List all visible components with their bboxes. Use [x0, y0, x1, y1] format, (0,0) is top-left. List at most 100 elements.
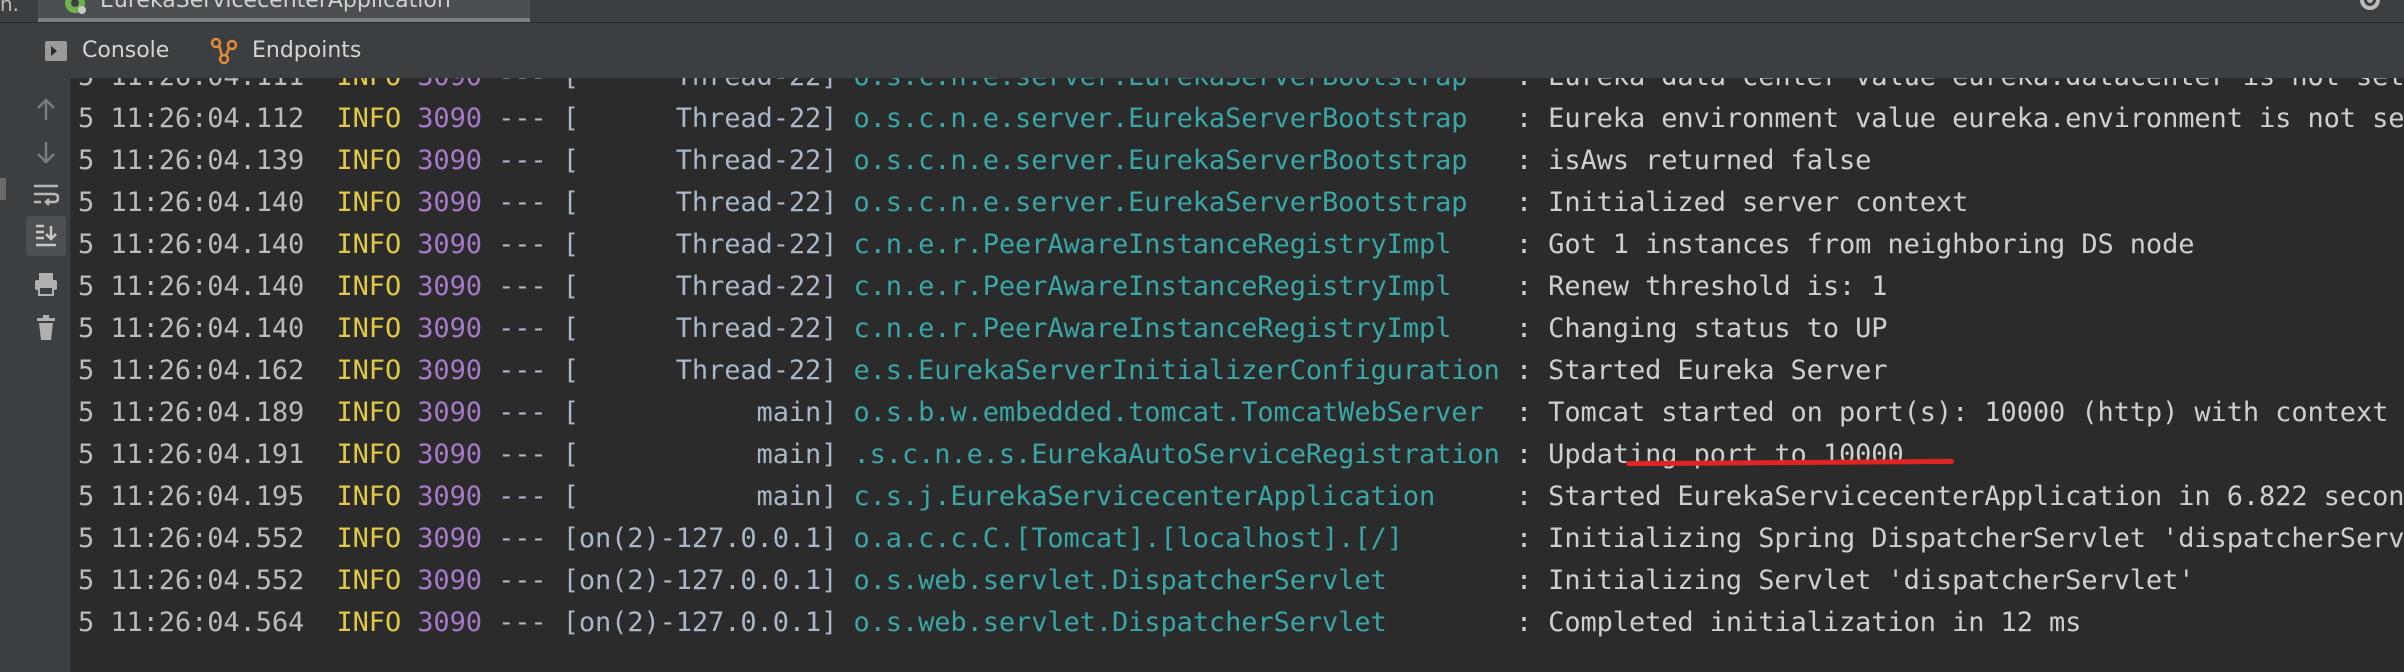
log-prefix: 5 — [78, 523, 95, 554]
log-message: : Completed initialization in 12 ms — [1515, 607, 2082, 638]
log-timestamp: 11:26:04.111 — [110, 78, 304, 92]
tab-endpoints[interactable]: Endpoints — [210, 23, 361, 78]
log-timestamp: 11:26:04.140 — [110, 313, 305, 344]
log-separator: --- — [498, 439, 547, 470]
log-pid: 3090 — [417, 397, 482, 428]
log-message: : Started Eureka Server — [1515, 355, 1888, 386]
log-line: 5 11:26:04.140 INFO 3090 --- [ Thread-22… — [78, 308, 1888, 350]
log-thread: [ Thread-22] — [562, 229, 838, 260]
log-logger: o.s.b.w.embedded.tomcat.TomcatWebServer — [853, 397, 1516, 428]
gutter-marker — [0, 178, 6, 200]
console-side-toolbar — [22, 78, 71, 672]
log-separator: --- — [498, 313, 547, 344]
log-pid: 3090 — [417, 481, 482, 512]
log-message: : Changing status to UP — [1515, 313, 1888, 344]
log-pid: 3090 — [417, 229, 482, 260]
log-separator: --- — [498, 607, 547, 638]
run-tool-window: n. EurekaServicecenterApplication Consol… — [0, 0, 2404, 672]
log-separator: --- — [498, 271, 547, 302]
log-timestamp: 11:26:04.139 — [110, 145, 305, 176]
log-pid: 3090 — [417, 355, 482, 386]
up-stack-trace-button[interactable] — [26, 90, 66, 130]
log-line: 5 11:26:04.552 INFO 3090 --- [on(2)-127.… — [78, 518, 2404, 560]
log-prefix: 5 — [78, 103, 95, 134]
log-thread: [ Thread-22] — [562, 145, 838, 176]
log-prefix: 5 — [78, 78, 94, 92]
log-thread: [ Thread-22] — [562, 355, 838, 386]
log-message: : Initialized server context — [1515, 187, 1969, 218]
log-logger: o.s.c.n.e.server.EurekaServerBootstrap — [853, 103, 1516, 134]
log-message: : Started EurekaServicecenterApplication… — [1515, 481, 2404, 512]
log-logger: o.a.c.c.C.[Tomcat].[localhost].[/] — [853, 523, 1516, 554]
log-line: 5 11:26:04.162 INFO 3090 --- [ Thread-22… — [78, 350, 1888, 392]
log-thread: [ main] — [562, 439, 838, 470]
log-thread: [ Thread-22] — [563, 78, 838, 92]
log-line: 5 11:26:04.139 INFO 3090 --- [ Thread-22… — [78, 140, 1871, 182]
clear-all-button[interactable] — [26, 308, 66, 348]
log-pid: 3090 — [417, 187, 482, 218]
log-logger: o.s.c.n.e.server.EurekaServerBootstrap — [853, 187, 1516, 218]
log-prefix: 5 — [78, 397, 95, 428]
console-toolbar: Console Endpoints — [0, 23, 2404, 79]
previous-tab-stub[interactable]: n. — [0, 0, 19, 16]
log-separator: --- — [498, 78, 547, 92]
gear-icon[interactable] — [2356, 0, 2384, 14]
log-thread: [ main] — [562, 397, 838, 428]
log-level: INFO — [337, 78, 402, 92]
log-separator: --- — [498, 355, 547, 386]
log-line: 5 11:26:04.140 INFO 3090 --- [ Thread-22… — [78, 224, 2195, 266]
log-timestamp: 11:26:04.552 — [110, 523, 305, 554]
down-stack-trace-button[interactable] — [26, 132, 66, 172]
scroll-to-end-icon — [36, 224, 57, 247]
console-output[interactable]: 5 11:26:04.111 INFO 3090 --- [ Thread-22… — [78, 78, 2404, 672]
tab-console[interactable]: Console — [44, 23, 169, 78]
log-message: : Eureka data center value eureka.datace… — [1516, 78, 2404, 92]
endpoints-icon — [210, 37, 238, 64]
log-pid: 3090 — [417, 103, 482, 134]
log-level: INFO — [336, 397, 402, 428]
log-timestamp: 11:26:04.140 — [110, 187, 305, 218]
log-thread: [ Thread-22] — [562, 187, 838, 218]
log-line: 5 11:26:04.564 INFO 3090 --- [on(2)-127.… — [78, 602, 2081, 644]
log-separator: --- — [498, 145, 547, 176]
run-tab-eureka[interactable]: EurekaServicecenterApplication — [38, 0, 530, 22]
log-timestamp: 11:26:04.189 — [110, 397, 305, 428]
print-button[interactable] — [26, 264, 66, 304]
log-timestamp: 11:26:04.195 — [110, 481, 305, 512]
log-prefix: 5 — [78, 229, 95, 260]
log-pid: 3090 — [417, 78, 482, 92]
log-thread: [on(2)-127.0.0.1] — [562, 565, 838, 596]
arrow-down-icon — [37, 142, 55, 164]
log-level: INFO — [336, 439, 402, 470]
log-separator: --- — [498, 187, 547, 218]
log-timestamp: 11:26:04.112 — [110, 103, 305, 134]
log-prefix: 5 — [78, 565, 95, 596]
log-thread: [ Thread-22] — [562, 271, 838, 302]
log-thread: [ main] — [562, 481, 838, 512]
log-thread: [on(2)-127.0.0.1] — [562, 607, 838, 638]
log-timestamp: 11:26:04.162 — [110, 355, 305, 386]
log-line: 5 11:26:04.112 INFO 3090 --- [ Thread-22… — [78, 98, 2404, 140]
log-separator: --- — [498, 103, 547, 134]
log-line: 5 11:26:04.191 INFO 3090 --- [ main] .s.… — [78, 434, 1904, 476]
log-level: INFO — [336, 565, 402, 596]
log-prefix: 5 — [78, 439, 95, 470]
log-thread: [on(2)-127.0.0.1] — [562, 523, 838, 554]
log-level: INFO — [336, 145, 402, 176]
scroll-to-end-button[interactable] — [26, 216, 66, 256]
log-level: INFO — [336, 271, 402, 302]
log-timestamp: 11:26:04.140 — [110, 271, 305, 302]
log-prefix: 5 — [78, 313, 95, 344]
log-level: INFO — [336, 523, 402, 554]
log-logger: o.s.web.servlet.DispatcherServlet — [853, 565, 1516, 596]
log-level: INFO — [336, 481, 402, 512]
log-prefix: 5 — [78, 481, 95, 512]
log-message: : Initializing Servlet 'dispatcherServle… — [1515, 565, 2195, 596]
tab-endpoints-label: Endpoints — [252, 38, 362, 63]
run-tab-strip: n. EurekaServicecenterApplication — [0, 0, 2404, 23]
log-line: 5 11:26:04.552 INFO 3090 --- [on(2)-127.… — [78, 560, 2195, 602]
log-separator: --- — [498, 481, 547, 512]
soft-wrap-button[interactable] — [26, 174, 66, 214]
log-message: : isAws returned false — [1515, 145, 1872, 176]
log-logger: o.s.c.n.e.server.EurekaServerBootstrap — [853, 145, 1516, 176]
